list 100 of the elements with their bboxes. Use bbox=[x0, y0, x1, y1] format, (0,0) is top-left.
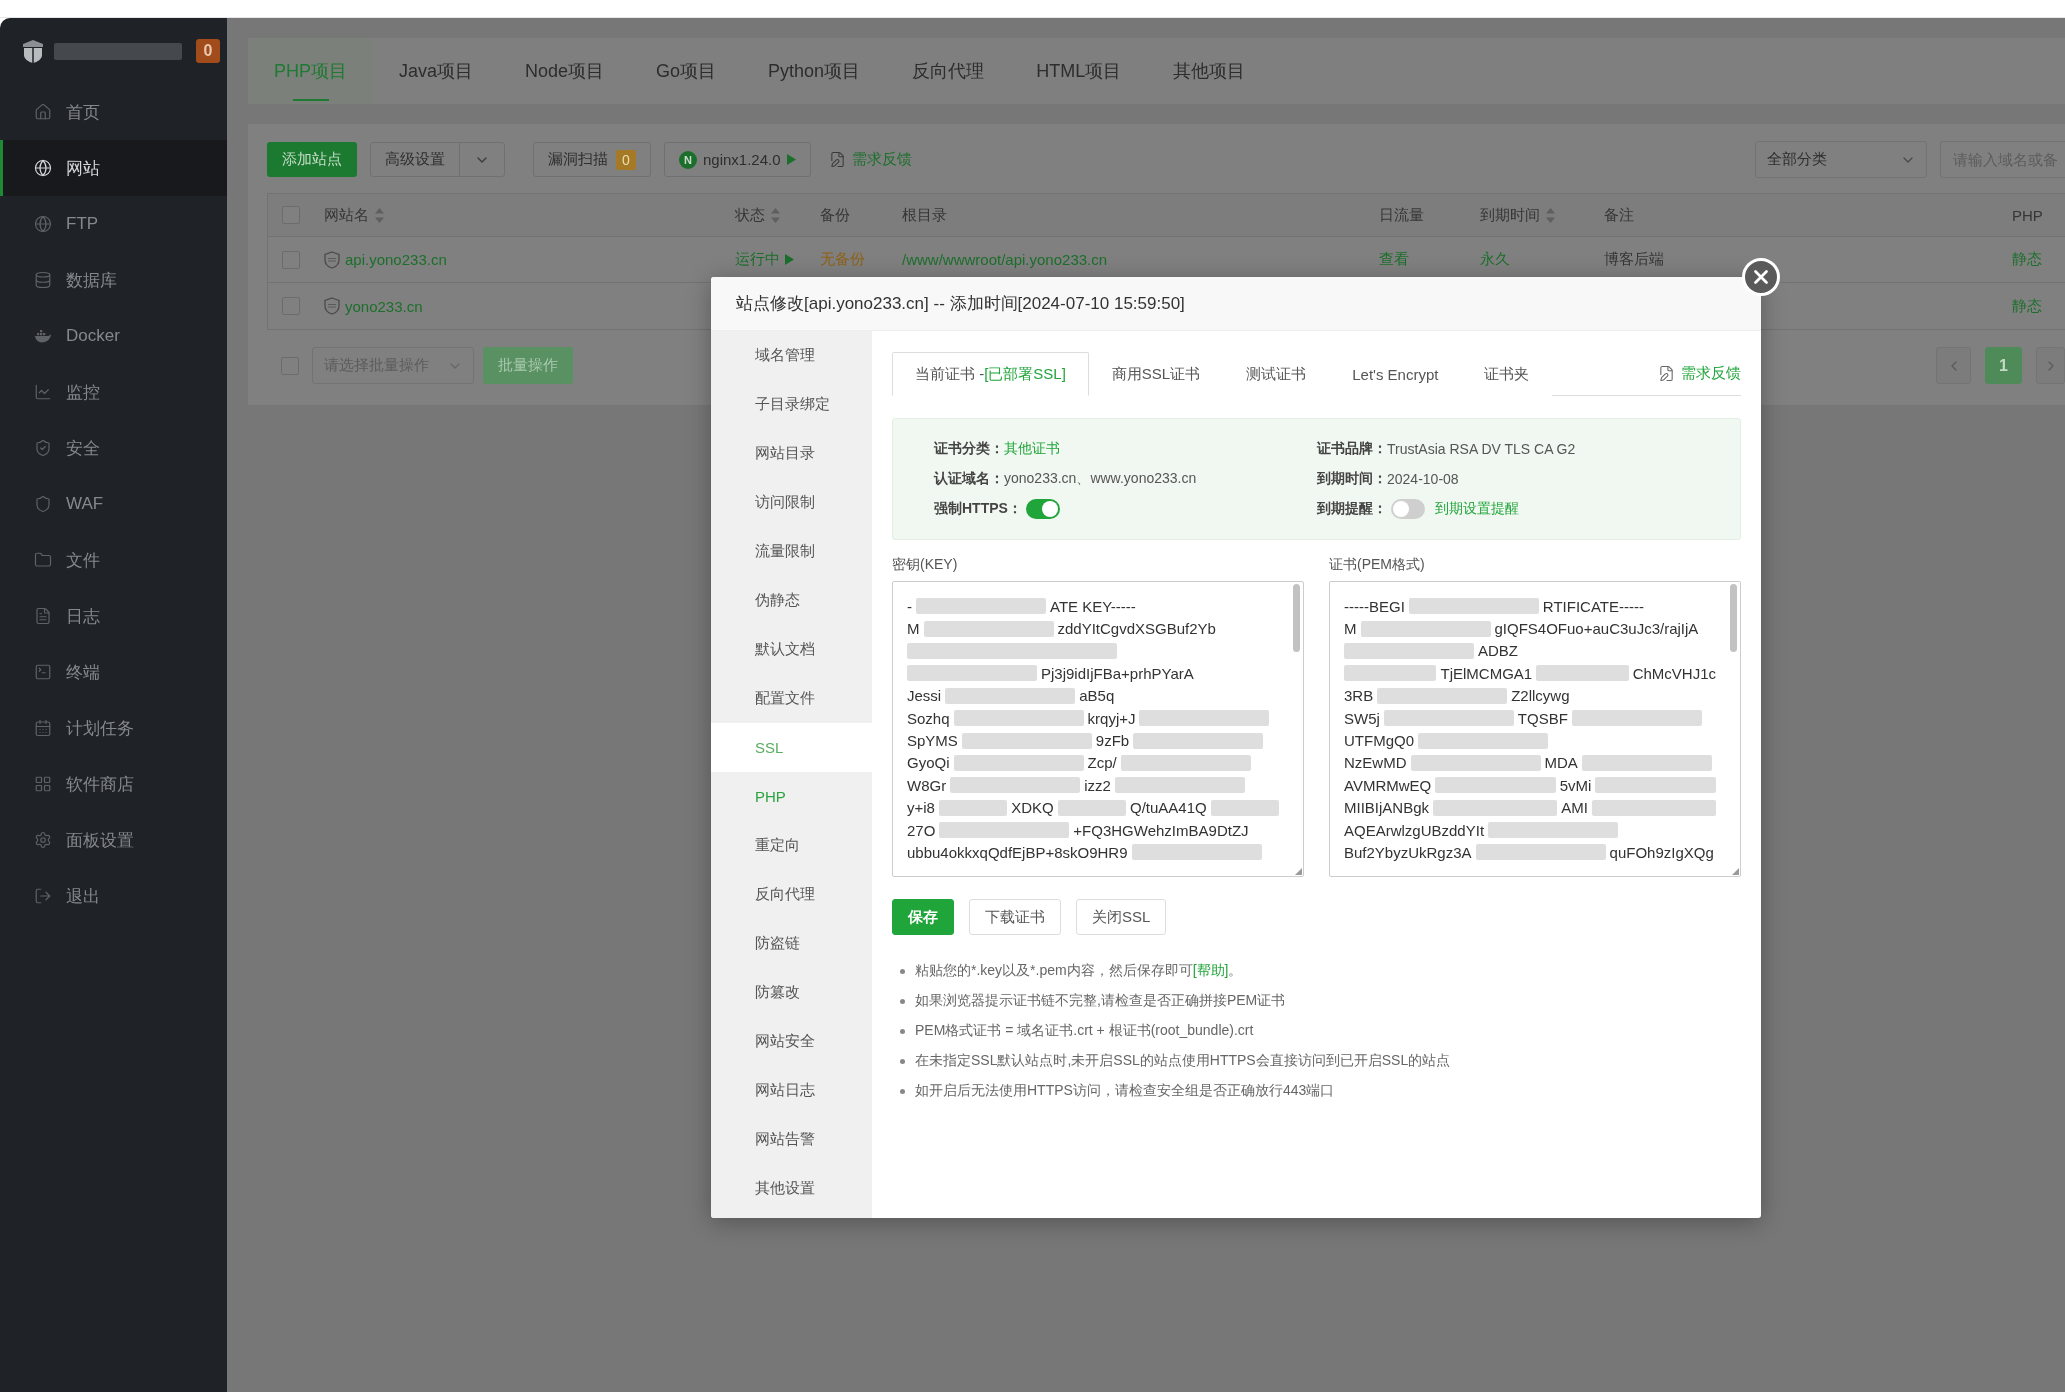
project-tab[interactable]: 反向代理 bbox=[886, 38, 1011, 104]
settings-nav-item[interactable]: 网站目录 bbox=[711, 429, 872, 478]
add-site-button[interactable]: 添加站点 bbox=[267, 142, 357, 177]
certificate-text: AMI bbox=[1561, 799, 1588, 817]
scrollbar-thumb[interactable] bbox=[1730, 584, 1737, 652]
project-tab[interactable]: Java项目 bbox=[373, 38, 500, 104]
field-label: 到期时间： bbox=[1317, 470, 1387, 488]
certificate-text: AQEArwlzgUBzddYIt bbox=[1344, 821, 1485, 839]
action-button[interactable]: 关闭SSL bbox=[1076, 899, 1167, 935]
key-text: SpYMS bbox=[907, 732, 958, 750]
sidebar-item[interactable]: 数据库 bbox=[0, 252, 227, 308]
sidebar-item[interactable]: WAF bbox=[0, 476, 227, 532]
column-header[interactable]: 状态 bbox=[735, 205, 780, 225]
settings-nav-item[interactable]: 伪静态 bbox=[711, 576, 872, 625]
settings-nav-item[interactable]: 防篡改 bbox=[711, 968, 872, 1017]
column-header[interactable]: 到期时间 bbox=[1480, 205, 1555, 225]
resize-grip-icon[interactable] bbox=[1732, 868, 1739, 875]
settings-nav-item[interactable]: 网站安全 bbox=[711, 1017, 872, 1066]
certificate-field[interactable]: -----BEGI RTIFICATE----- M gIQFS4OFuo+auC3uJc3/rajIjA ADBZ TjElMCMGA1 ChMcVHJ1c 3RB Z2llcywg SW5j TQSBF UTFMgQ0 NzEwMD MDA AVMRMwEQ 5vMi MIIBIjANBgk AMI AQEArwlzgUBzddYIt Buf2YbyzUkRgz3A quFOh9zIgXQg bbox=[1329, 581, 1741, 877]
feedback-link[interactable]: 需求反馈 bbox=[1658, 352, 1741, 395]
project-tab[interactable]: Node项目 bbox=[499, 38, 631, 104]
sidebar-item[interactable]: 网站 bbox=[0, 140, 227, 196]
certificate-text: UTFMgQ0 bbox=[1344, 732, 1414, 750]
next-page-button[interactable] bbox=[2036, 347, 2065, 384]
toggle-switch[interactable] bbox=[1025, 499, 1060, 519]
key-text: 27O bbox=[907, 821, 936, 839]
help-link[interactable]: [帮助] bbox=[1192, 962, 1229, 978]
settings-nav-item[interactable]: 网站告警 bbox=[711, 1115, 872, 1164]
category-select[interactable]: 全部分类 bbox=[1755, 141, 1927, 178]
sidebar-item[interactable]: 安全 bbox=[0, 420, 227, 476]
certificate-text: M bbox=[1344, 620, 1357, 638]
sidebar-item[interactable]: 终端 bbox=[0, 644, 227, 700]
action-button[interactable]: 下载证书 bbox=[969, 899, 1061, 935]
sidebar-item[interactable]: 首页 bbox=[0, 84, 227, 140]
sidebar-item[interactable]: FTP bbox=[0, 196, 227, 252]
sidebar-item[interactable]: 监控 bbox=[0, 364, 227, 420]
settings-nav-item[interactable]: 配置文件 bbox=[711, 674, 872, 723]
grid-icon bbox=[34, 775, 52, 793]
settings-nav-item[interactable]: 网站日志 bbox=[711, 1066, 872, 1115]
sidebar-item[interactable]: 面板设置 bbox=[0, 812, 227, 868]
page-button[interactable]: 1 bbox=[1985, 347, 2022, 384]
sidebar-item[interactable]: 退出 bbox=[0, 868, 227, 924]
vulnerability-scan-button[interactable]: 漏洞扫描 0 bbox=[533, 142, 651, 177]
settings-nav-item[interactable]: 反向代理 bbox=[711, 870, 872, 919]
certificate-text: Buf2YbyzUkRgz3A bbox=[1344, 844, 1472, 861]
key-text: y+i8 bbox=[907, 799, 935, 817]
edit-note-icon bbox=[828, 151, 846, 168]
reminder-settings-link[interactable]: 到期设置提醒 bbox=[1435, 500, 1519, 518]
settings-nav-item[interactable]: 子目录绑定 bbox=[711, 380, 872, 429]
project-tab[interactable]: HTML项目 bbox=[1010, 38, 1148, 104]
toggle-switch[interactable] bbox=[1391, 499, 1425, 519]
field-label: 密钥(KEY) bbox=[892, 555, 958, 574]
settings-nav-item[interactable]: 重定向 bbox=[711, 821, 872, 870]
settings-nav-item[interactable]: 流量限制 bbox=[711, 527, 872, 576]
settings-nav-item[interactable]: 访问限制 bbox=[711, 478, 872, 527]
play-icon bbox=[786, 154, 796, 165]
key-text: Q/tuAA41Q bbox=[1130, 799, 1207, 817]
column-header[interactable]: 网站名 bbox=[324, 205, 384, 225]
project-tab[interactable]: Python项目 bbox=[742, 38, 887, 104]
globe-icon bbox=[34, 159, 52, 177]
certificate-type-link[interactable]: 其他证书 bbox=[1004, 440, 1060, 458]
field-label: 到期提醒： bbox=[1317, 500, 1387, 518]
settings-nav-item[interactable]: SSL bbox=[711, 723, 872, 772]
sidebar-item[interactable]: Docker bbox=[0, 308, 227, 364]
web-server-button[interactable]: N nginx1.24.0 bbox=[664, 142, 811, 177]
settings-nav-item[interactable]: 其他设置 bbox=[711, 1164, 872, 1213]
settings-nav-item[interactable]: 域名管理 bbox=[711, 331, 872, 380]
dropdown-button[interactable] bbox=[459, 142, 505, 177]
logout-icon bbox=[34, 887, 52, 905]
calendar-icon bbox=[34, 719, 52, 737]
sidebar-item[interactable]: 软件商店 bbox=[0, 756, 227, 812]
folder-icon bbox=[34, 551, 52, 569]
key-text: 9zFb bbox=[1095, 732, 1130, 750]
sort-icon bbox=[375, 207, 384, 223]
settings-nav-item[interactable]: 默认文档 bbox=[711, 625, 872, 674]
key-text: zddYItCgvdXSGBuf2Yb bbox=[1057, 620, 1216, 638]
field-value: TrustAsia RSA DV TLS CA G2 bbox=[1387, 441, 1576, 457]
settings-nav-item[interactable]: PHP bbox=[711, 772, 872, 821]
certificate-text: MDA bbox=[1544, 754, 1578, 772]
chart-icon bbox=[34, 383, 52, 401]
project-tab[interactable]: 其他项目 bbox=[1147, 38, 1272, 104]
project-tab[interactable]: Go项目 bbox=[630, 38, 743, 104]
scrollbar-thumb[interactable] bbox=[1293, 584, 1300, 652]
column-header: 日流量 bbox=[1379, 205, 1424, 225]
sidebar-item[interactable]: 日志 bbox=[0, 588, 227, 644]
resize-grip-icon[interactable] bbox=[1295, 868, 1302, 875]
notification-badge[interactable]: 0 bbox=[196, 39, 220, 63]
advanced-settings-button[interactable]: 高级设置 bbox=[370, 142, 460, 177]
save-button[interactable]: 保存 bbox=[892, 899, 954, 935]
bullet-icon bbox=[900, 968, 905, 974]
bullet-icon bbox=[900, 1088, 905, 1094]
count-badge: 0 bbox=[616, 149, 636, 170]
settings-nav-item[interactable]: 防盗链 bbox=[711, 919, 872, 968]
redaction-block bbox=[938, 799, 1008, 816]
sidebar-item[interactable]: 文件 bbox=[0, 532, 227, 588]
globe-icon bbox=[34, 215, 52, 233]
private-key-field[interactable]: - ATE KEY----- M zddYItCgvdXSGBuf2Yb Pj3j9idIjFBa+prhPYarA Jessi aB5q Sozhq krqyj+J SpYMS 9zFb GyoQi Zcp/ W8Gr izz2 y+i8 XDKQ Q/tuAA41Q 27O +FQ3HGWehzImBA9DtZJ ubbu4okkxqQdfEjBP+8skO9HR9 bbox=[892, 581, 1304, 877]
sidebar-item[interactable]: 计划任务 bbox=[0, 700, 227, 756]
previous-page-button[interactable] bbox=[1936, 347, 1971, 384]
certificate-tab[interactable]: 当前证书 -[已部署SSL] bbox=[892, 352, 1089, 396]
